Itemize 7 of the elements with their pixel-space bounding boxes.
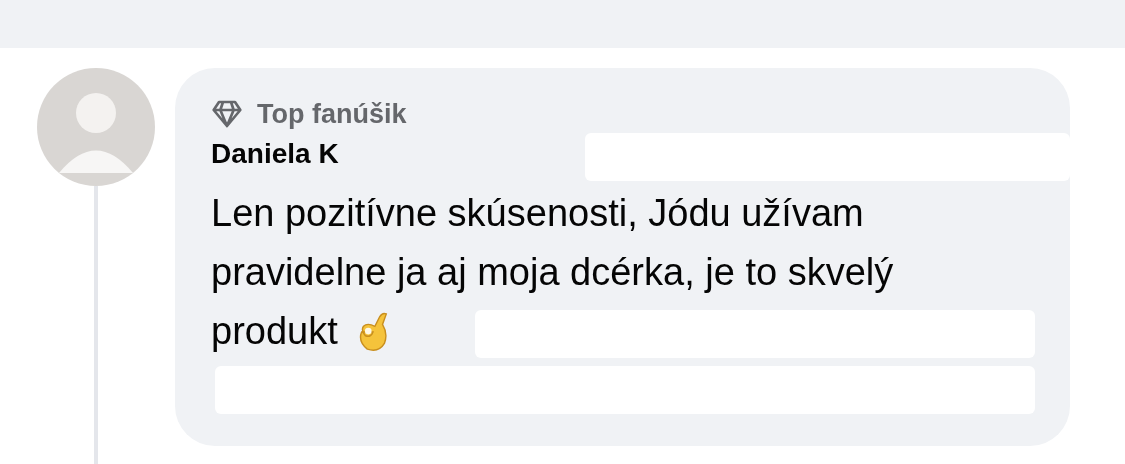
comment-text: Len pozitívne skúsenosti, Jódu užívam: [211, 192, 864, 235]
badge-label: Top fanúšik: [257, 98, 407, 130]
comment-text: pravidelne ja aj moja dcérka, je to skvelý: [211, 251, 894, 294]
avatar[interactable]: [37, 68, 155, 186]
diamond-icon: [211, 99, 243, 129]
comment-text: produkt: [211, 310, 338, 353]
author-name[interactable]: Daniela K: [211, 138, 339, 170]
